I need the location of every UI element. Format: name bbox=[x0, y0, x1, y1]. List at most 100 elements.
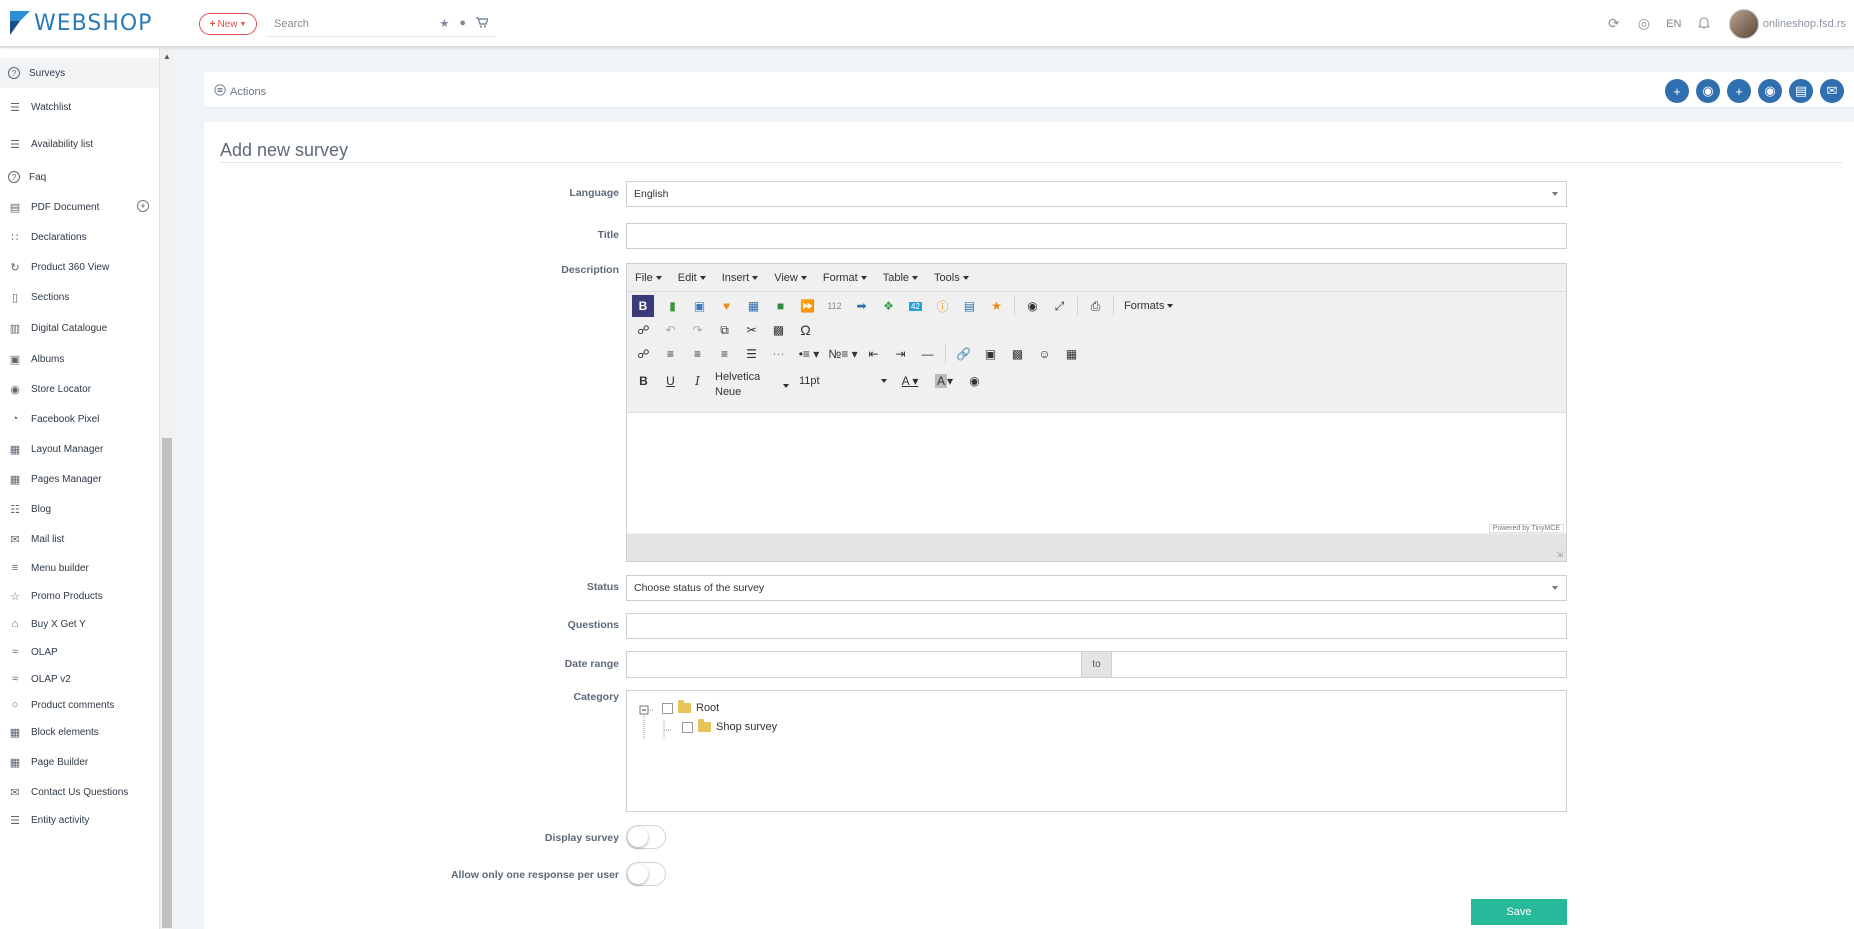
align-right-button[interactable]: ≡ bbox=[711, 343, 738, 365]
forward-button[interactable]: ⏩ bbox=[794, 295, 821, 317]
cart-icon[interactable] bbox=[476, 17, 490, 31]
fullscreen-button[interactable]: ⤢ bbox=[1046, 295, 1073, 317]
numbered-list-button[interactable]: №≡ ▾ bbox=[826, 343, 860, 365]
sidebar-item-product-360-view[interactable]: ↻ Product 360 View bbox=[0, 252, 159, 282]
redo-button[interactable]: ↷ bbox=[684, 319, 711, 341]
paste-button[interactable]: ▩ bbox=[765, 319, 792, 341]
align-center-button[interactable]: ≡ bbox=[684, 343, 711, 365]
table-button[interactable]: ▦ bbox=[1058, 343, 1085, 365]
sidebar-item-pdf-document[interactable]: ▤ PDF Document + bbox=[0, 192, 159, 222]
sidebar-item-pages-manager[interactable]: ▦ Pages Manager bbox=[0, 464, 159, 494]
editor-menu-file[interactable]: File bbox=[635, 272, 662, 284]
editor-menu-format[interactable]: Format bbox=[823, 272, 867, 284]
indent-button[interactable]: ⇥ bbox=[887, 343, 914, 365]
sidebar-item-contact-us-questions[interactable]: ✉ Contact Us Questions bbox=[0, 778, 159, 806]
preview-button[interactable]: ◉ bbox=[1019, 295, 1046, 317]
print-button[interactable]: ⎙ bbox=[1082, 295, 1109, 317]
sidebar-item-albums[interactable]: ▣ Albums bbox=[0, 344, 159, 374]
scrollbar-thumb[interactable] bbox=[162, 438, 172, 928]
text-color-button[interactable]: A ▾ bbox=[893, 370, 927, 392]
logo[interactable]: WEBSHOP bbox=[8, 8, 152, 38]
align-justify-button[interactable]: ☰ bbox=[738, 343, 765, 365]
tree-node-shop-survey[interactable]: Shop survey bbox=[682, 719, 777, 733]
language-select[interactable]: English bbox=[626, 181, 1567, 207]
sidebar-item-sections[interactable]: ▯ Sections bbox=[0, 282, 159, 312]
alert-button[interactable]: ⓘ bbox=[929, 295, 956, 317]
star-button[interactable]: ★ bbox=[983, 295, 1010, 317]
font-size-dropdown[interactable]: 11pt bbox=[795, 370, 893, 392]
sidebar-item-layout-manager[interactable]: ▦ Layout Manager bbox=[0, 434, 159, 464]
editor-content-area[interactable]: Powered by TinyMCE bbox=[627, 412, 1566, 533]
align-left-button[interactable]: ≡ bbox=[657, 343, 684, 365]
add-button-2[interactable]: + bbox=[1727, 79, 1751, 103]
sidebar-item-buy-x-get-y[interactable]: ⌂ Buy X Get Y bbox=[0, 610, 159, 638]
horizontal-rule-button[interactable]: — bbox=[914, 343, 941, 365]
comment-button[interactable]: ▮ bbox=[659, 295, 686, 317]
table-grid-button[interactable]: ▦ bbox=[740, 295, 767, 317]
user-icon[interactable]: ● bbox=[459, 17, 466, 31]
sidebar-item-digital-catalogue[interactable]: ▥ Digital Catalogue bbox=[0, 312, 159, 344]
star-icon[interactable]: ★ bbox=[439, 17, 449, 31]
sidebar-item-store-locator[interactable]: ◉ Store Locator bbox=[0, 374, 159, 404]
bullet-list-button[interactable]: •≡ ▾ bbox=[792, 343, 826, 365]
sidebar-item-product-comments[interactable]: ○ Product comments bbox=[0, 692, 159, 718]
bold-button[interactable]: B bbox=[630, 370, 657, 392]
image-button[interactable]: ▣ bbox=[686, 295, 713, 317]
new-button[interactable]: + New ▼ bbox=[199, 13, 257, 35]
background-color-button[interactable]: A ▾ bbox=[927, 370, 961, 392]
sidebar-item-page-builder[interactable]: ▦ Page Builder bbox=[0, 746, 159, 778]
scroll-up-icon[interactable]: ▲ bbox=[163, 52, 171, 61]
search-replace-button[interactable]: ☍ bbox=[630, 319, 657, 341]
sidebar-item-faq[interactable]: ? Faq bbox=[0, 162, 159, 192]
page-break-button[interactable]: ⋯ bbox=[765, 343, 792, 365]
title-input[interactable] bbox=[626, 223, 1567, 249]
editor-menu-view[interactable]: View bbox=[774, 272, 807, 284]
view-button[interactable]: ◉ bbox=[1696, 79, 1720, 103]
number-button[interactable]: 42 bbox=[902, 295, 929, 317]
date-from-input[interactable] bbox=[626, 651, 1082, 678]
link-button[interactable]: 🔗 bbox=[950, 343, 977, 365]
questions-input[interactable] bbox=[626, 613, 1567, 639]
tag-button[interactable]: ❖ bbox=[875, 295, 902, 317]
undo-button[interactable]: ↶ bbox=[657, 319, 684, 341]
underline-button[interactable]: U bbox=[657, 370, 684, 392]
editor-menu-tools[interactable]: Tools bbox=[934, 272, 969, 284]
font-family-dropdown[interactable]: Helvetica Neue bbox=[711, 370, 795, 402]
special-char-button[interactable]: Ω bbox=[792, 319, 819, 341]
emoticons-button[interactable]: ☺ bbox=[1031, 343, 1058, 365]
tree-node-root[interactable]: Root bbox=[662, 700, 719, 714]
arrow-button[interactable]: ➡ bbox=[848, 295, 875, 317]
resize-handle-icon[interactable]: ⇲ bbox=[1556, 550, 1563, 559]
sidebar-item-olap[interactable]: ≈ OLAP bbox=[0, 638, 159, 666]
insert-image-button[interactable]: ▣ bbox=[977, 343, 1004, 365]
panel-button[interactable]: ▤ bbox=[956, 295, 983, 317]
media-button[interactable]: ▩ bbox=[1004, 343, 1031, 365]
add-circle-icon[interactable]: + bbox=[137, 200, 149, 212]
editor-menu-table[interactable]: Table bbox=[883, 272, 918, 284]
sidebar-item-menu-builder[interactable]: ≡ Menu builder bbox=[0, 554, 159, 582]
shop-name[interactable]: onlineshop.fsd.rs bbox=[1763, 18, 1846, 30]
formats-dropdown[interactable]: Formats bbox=[1118, 295, 1179, 317]
sidebar-item-declarations[interactable]: ∷ Declarations bbox=[0, 222, 159, 252]
checkbox[interactable] bbox=[682, 721, 693, 733]
language-switch[interactable]: EN bbox=[1659, 18, 1689, 30]
sidebar-item-facebook-pixel[interactable]: ◔ Facebook Pixel bbox=[0, 404, 159, 434]
sidebar-item-promo-products[interactable]: ☆ Promo Products bbox=[0, 582, 159, 610]
find-button[interactable]: ☍ bbox=[630, 343, 657, 365]
globe-icon[interactable]: ◎ bbox=[1629, 15, 1659, 32]
avatar[interactable] bbox=[1728, 8, 1759, 39]
sidebar-item-watchlist[interactable]: ☰ Watchlist bbox=[0, 88, 159, 126]
actions-toggle[interactable]: Actions bbox=[214, 84, 266, 99]
checkbox[interactable] bbox=[662, 702, 673, 714]
outdent-button[interactable]: ⇤ bbox=[860, 343, 887, 365]
sidebar-item-entity-activity[interactable]: ☰ Entity activity bbox=[0, 806, 159, 834]
bold-block-button[interactable]: B bbox=[632, 295, 654, 317]
preview-button-2[interactable]: ◉ bbox=[961, 370, 988, 392]
one-response-toggle[interactable] bbox=[626, 862, 666, 886]
status-select[interactable]: Choose status of the survey bbox=[626, 575, 1567, 601]
sidebar-item-availability-list[interactable]: ☰ Availability list bbox=[0, 126, 159, 162]
display-survey-toggle[interactable] bbox=[626, 825, 666, 849]
editor-menu-insert[interactable]: Insert bbox=[722, 272, 759, 284]
counter-button[interactable]: 112 bbox=[821, 295, 848, 317]
cut-button[interactable]: ✂ bbox=[738, 319, 765, 341]
